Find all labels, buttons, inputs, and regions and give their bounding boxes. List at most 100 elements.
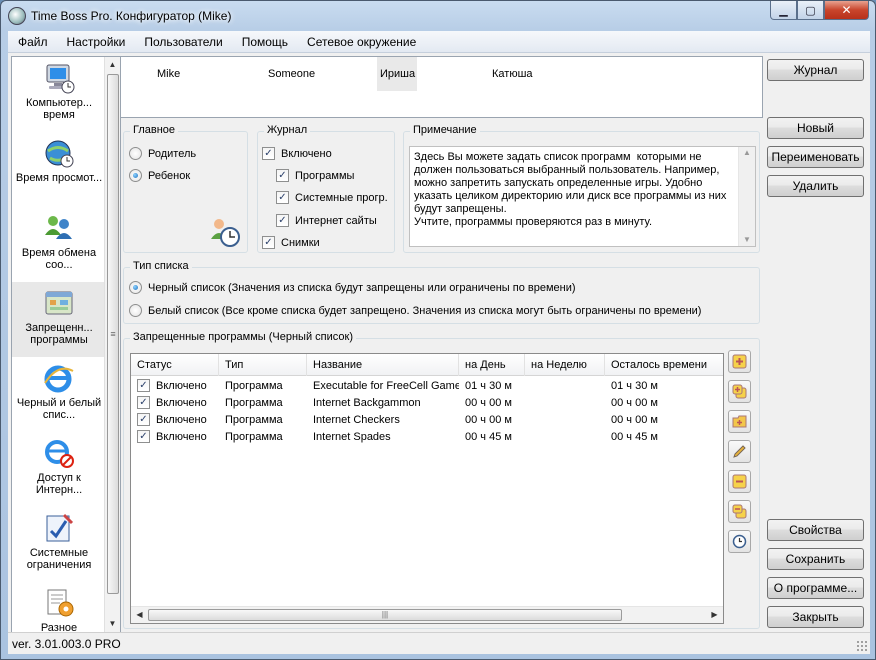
column-type[interactable]: Тип	[219, 354, 307, 376]
menu-file[interactable]: Файл	[8, 35, 57, 49]
users-panel: Mike Someone Ириша Катюша	[120, 56, 763, 118]
remove-icon	[732, 474, 747, 489]
log-websites-checkbox[interactable]: ✓	[276, 214, 289, 227]
about-button[interactable]: О программе...	[767, 577, 864, 599]
add-program-button[interactable]	[728, 350, 751, 373]
remove-multiple-button[interactable]	[728, 500, 751, 523]
row-enabled-checkbox[interactable]: ✓	[137, 430, 150, 443]
table-row[interactable]: ✓ Включено Программа Internet Backgammon …	[131, 394, 723, 411]
log-system-checkbox[interactable]: ✓	[276, 191, 289, 204]
row-enabled-checkbox[interactable]: ✓	[137, 413, 150, 426]
cell-left: 00 ч 00 м	[611, 396, 658, 409]
sidebar-item-browse-time[interactable]: Время просмот...	[12, 132, 106, 207]
log-screenshots-checkbox[interactable]: ✓	[262, 236, 275, 249]
menu-users[interactable]: Пользователи	[134, 35, 231, 49]
user-tab-irisha[interactable]: Ириша	[377, 57, 417, 91]
menu-settings[interactable]: Настройки	[57, 35, 135, 49]
minimize-icon: ▁	[779, 4, 788, 17]
sidebar-scrollbar[interactable]: ▲ ≡ ▼	[104, 57, 120, 632]
sidebar-item-forbidden-programs[interactable]: Запрещенн... программы	[12, 282, 106, 357]
user-tab-someone[interactable]: Someone	[268, 57, 338, 91]
table-horizontal-scrollbar[interactable]: ◀ ||| ▶	[131, 606, 723, 623]
scroll-down-arrow-icon[interactable]: ▼	[105, 616, 120, 632]
user-tab-mike[interactable]: Mike	[157, 57, 205, 91]
sidebar-item-internet-access[interactable]: Доступ к Интерн...	[12, 432, 106, 507]
sidebar-item-computer-time[interactable]: Компьютер... время	[12, 57, 106, 132]
log-system-row[interactable]: ✓ Системные прогр.	[276, 191, 388, 204]
minimize-button[interactable]: ▁	[770, 1, 797, 20]
system-restrictions-icon	[46, 513, 74, 542]
app-window: Time Boss Pro. Конфигуратор (Mike) ▁ ▢ ✕…	[0, 0, 876, 660]
remove-program-button[interactable]	[728, 470, 751, 493]
maximize-button[interactable]: ▢	[797, 1, 824, 20]
row-enabled-checkbox[interactable]: ✓	[137, 396, 150, 409]
table-row[interactable]: ✓ Включено Программа Internet Spades 00 ч…	[131, 428, 723, 445]
log-enabled-checkbox[interactable]: ✓	[262, 147, 275, 160]
sidebar-item-messaging-time[interactable]: Время обмена соо...	[12, 207, 106, 282]
edit-program-button[interactable]	[728, 440, 751, 463]
close-window-button[interactable]: ✕	[824, 1, 869, 20]
cell-day: 01 ч 30 м	[465, 379, 512, 392]
sidebar-item-label: Системные ограничения	[26, 547, 92, 571]
note-scrollbar[interactable]: ▲ ▼	[738, 147, 755, 246]
resize-grip-icon[interactable]	[856, 640, 867, 651]
parent-radio[interactable]	[129, 147, 142, 160]
table-row[interactable]: ✓ Включено Программа Executable for FreeC…	[131, 377, 723, 394]
properties-button[interactable]: Свойства	[767, 519, 864, 541]
user-tab-katyusha[interactable]: Катюша	[492, 57, 552, 91]
sidebar-item-system-restrictions[interactable]: Системные ограничения	[12, 507, 106, 582]
client-area: Компьютер... время Время просмот... Врем…	[8, 53, 870, 654]
cell-name: Internet Backgammon	[313, 396, 421, 409]
cell-status: Включено	[156, 396, 207, 409]
parent-radio-row[interactable]: Родитель	[129, 147, 196, 160]
add-folder-button[interactable]	[728, 410, 751, 433]
log-programs-row[interactable]: ✓ Программы	[276, 169, 354, 182]
sidebar-item-black-white-list[interactable]: Черный и белый спис...	[12, 357, 106, 432]
sidebar-scroll-thumb[interactable]: ≡	[107, 74, 119, 594]
blacklist-radio-row[interactable]: Черный список (Значения из списка будут …	[129, 281, 576, 294]
journal-button[interactable]: Журнал	[767, 59, 864, 81]
child-radio-row[interactable]: Ребенок	[129, 169, 190, 182]
maximize-icon: ▢	[805, 4, 816, 17]
time-limit-button[interactable]	[728, 530, 751, 553]
row-enabled-checkbox[interactable]: ✓	[137, 379, 150, 392]
sidebar-item-misc[interactable]: Разное	[12, 582, 106, 632]
rename-user-button[interactable]: Переименовать	[767, 146, 864, 168]
save-button[interactable]: Сохранить	[767, 548, 864, 570]
child-radio[interactable]	[129, 169, 142, 182]
scroll-up-arrow-icon[interactable]: ▲	[739, 147, 755, 159]
scroll-right-arrow-icon[interactable]: ▶	[706, 607, 723, 623]
menu-network[interactable]: Сетевое окружение	[297, 35, 425, 49]
scroll-up-arrow-icon[interactable]: ▲	[105, 57, 120, 73]
log-programs-checkbox[interactable]: ✓	[276, 169, 289, 182]
user-clock-icon	[211, 219, 240, 247]
blacklist-radio[interactable]	[129, 281, 142, 294]
column-status[interactable]: Статус	[131, 354, 219, 376]
list-type-group: Тип списка Черный список (Значения из сп…	[123, 260, 760, 324]
menu-help[interactable]: Помощь	[232, 35, 297, 49]
table-row[interactable]: ✓ Включено Программа Internet Checkers 00…	[131, 411, 723, 428]
log-enabled-row[interactable]: ✓ Включено	[262, 147, 332, 160]
table-scroll-thumb[interactable]: |||	[148, 609, 622, 621]
column-per-week[interactable]: на Неделю	[525, 354, 605, 376]
column-time-left[interactable]: Осталось времени	[605, 354, 723, 376]
note-textbox[interactable]: Здесь Вы можете задать список программ к…	[409, 146, 756, 247]
column-per-day[interactable]: на День	[459, 354, 525, 376]
delete-user-button[interactable]: Удалить	[767, 175, 864, 197]
new-user-button[interactable]: Новый	[767, 117, 864, 139]
column-name[interactable]: Название	[307, 354, 459, 376]
sidebar-item-label: Время просмот...	[15, 172, 103, 184]
close-button[interactable]: Закрыть	[767, 606, 864, 628]
scroll-left-arrow-icon[interactable]: ◀	[131, 607, 148, 623]
log-screenshots-row[interactable]: ✓ Снимки	[262, 236, 320, 249]
title-bar: Time Boss Pro. Конфигуратор (Mike) ▁ ▢ ✕	[1, 1, 875, 31]
forbidden-programs-icon	[45, 291, 73, 315]
add-multiple-button[interactable]	[728, 380, 751, 403]
whitelist-radio-row[interactable]: Белый список (Все кроме списка будет зап…	[129, 304, 701, 317]
cell-status: Включено	[156, 413, 207, 426]
whitelist-radio[interactable]	[129, 304, 142, 317]
scroll-down-arrow-icon[interactable]: ▼	[739, 234, 755, 246]
log-websites-row[interactable]: ✓ Интернет сайты	[276, 214, 377, 227]
cell-left: 01 ч 30 м	[611, 379, 658, 392]
clock-icon	[732, 534, 747, 549]
